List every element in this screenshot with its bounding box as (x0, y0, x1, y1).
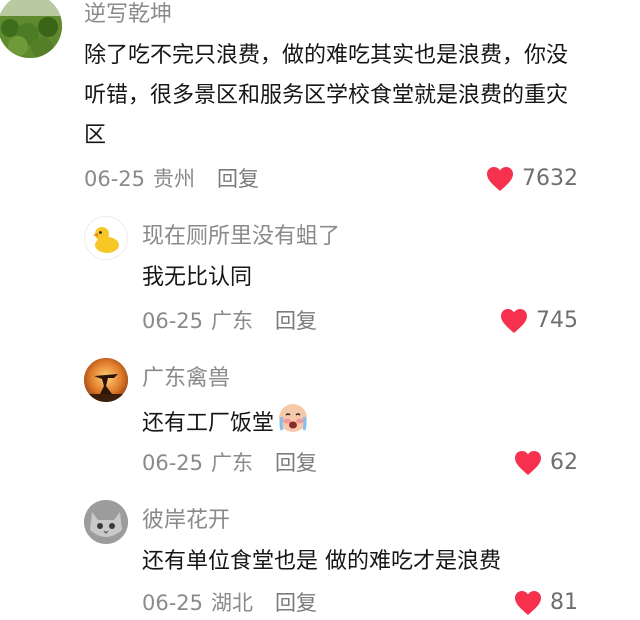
comment-location: 广东 (211, 451, 254, 475)
comment-line: 还有单位食堂也是 做的难吃才是浪费 (142, 549, 501, 574)
comment-meta: 06-25 广东 回复 (142, 448, 317, 478)
comment-text: 还有单位食堂也是 做的难吃才是浪费 (142, 542, 632, 582)
like-button[interactable]: 81 (514, 588, 578, 618)
like-count: 745 (536, 308, 578, 333)
comment-meta: 06-25 贵州 回复 (84, 164, 259, 194)
like-count: 81 (550, 590, 578, 615)
comment-line: 除了吃不完只浪费，做的难吃其实也是浪费，你没 (84, 43, 569, 68)
heart-icon (515, 591, 541, 615)
comment-location: 贵州 (153, 167, 196, 191)
username[interactable]: 广东禽兽 (142, 364, 230, 394)
yellow-duck-avatar-icon (93, 227, 119, 253)
plant-field-avatar-icon (0, 0, 62, 58)
comment-date: 06-25 (84, 167, 146, 191)
like-button[interactable]: 62 (514, 448, 578, 478)
gray-cat-avatar-icon (84, 500, 128, 544)
reply-button[interactable]: 回复 (275, 309, 317, 333)
avatar[interactable] (84, 358, 128, 402)
reply-button[interactable]: 回复 (275, 451, 317, 475)
heart-icon (501, 309, 527, 333)
comment-date: 06-25 (142, 309, 204, 333)
comment-location: 湖北 (211, 591, 254, 615)
comment-line: 我无比认同 (142, 265, 253, 290)
sunset-silhouette-avatar-icon (84, 358, 128, 402)
heart-icon (515, 451, 541, 475)
avatar[interactable] (84, 500, 128, 544)
username[interactable]: 现在厕所里没有蛆了 (142, 222, 340, 252)
comment-date: 06-25 (142, 591, 204, 615)
comment-meta: 06-25 湖北 回复 (142, 588, 317, 618)
username[interactable]: 逆写乾坤 (84, 0, 172, 30)
like-button[interactable]: 7632 (486, 164, 578, 194)
heart-icon (487, 167, 513, 191)
avatar[interactable] (0, 0, 62, 58)
comment-text: 还有工厂饭堂 (142, 400, 622, 448)
avatar[interactable] (84, 216, 128, 260)
comment-meta: 06-25 广东 回复 (142, 306, 317, 336)
like-button[interactable]: 745 (500, 306, 578, 336)
crying-face-emoji-icon (276, 400, 310, 448)
comment-line: 还有工厂饭堂 (142, 400, 622, 448)
comment-text: 我无比认同 (142, 258, 622, 298)
comment-date: 06-25 (142, 451, 204, 475)
like-count: 7632 (522, 166, 578, 191)
reply-button[interactable]: 回复 (217, 167, 259, 191)
reply-button[interactable]: 回复 (275, 591, 317, 615)
comment-location: 广东 (211, 309, 254, 333)
comment-text: 除了吃不完只浪费，做的难吃其实也是浪费，你没 听错，很多景区和服务区学校食堂就是… (84, 36, 634, 156)
comment-line: 听错，很多景区和服务区学校食堂就是浪费的重灾 (84, 83, 569, 108)
comment-line: 区 (84, 123, 107, 148)
username[interactable]: 彼岸花开 (142, 506, 230, 536)
like-count: 62 (550, 450, 578, 475)
